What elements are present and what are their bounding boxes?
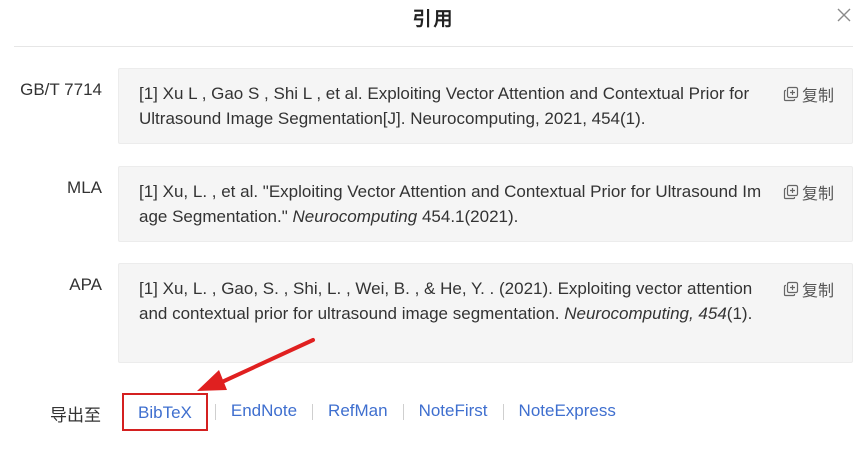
export-notefirst-link[interactable]: NoteFirst [404,393,503,431]
copy-icon [783,281,799,297]
close-icon[interactable] [833,4,855,26]
citation-text: [1] Xu L , Gao S , Shi L , et al. Exploi… [139,82,764,131]
citation-text: [1] Xu, L. , Gao, S. , Shi, L. , Wei, B.… [139,277,764,326]
citation-format-label: MLA [67,178,102,197]
copy-label: 复制 [801,88,834,105]
citation-italic-segment: Neurocomputing, 454 [564,303,727,323]
citation-box: [1] Xu, L. , et al. "Exploiting Vector A… [118,166,853,242]
citation-segment: (1). [726,303,753,323]
citation-format-label: GB/T 7714 [20,80,102,99]
copy-label: 复制 [801,186,834,203]
copy-button[interactable]: 复制 [783,277,834,301]
copy-icon [783,86,799,102]
title-divider [14,46,853,47]
copy-icon [783,184,799,200]
copy-button[interactable]: 复制 [783,180,834,204]
close-icon-glyph [837,8,851,22]
citation-segment: 454.1(2021). [417,206,519,226]
export-label: 导出至 [50,406,101,425]
export-options: BibTeX EndNote RefMan NoteFirst NoteExpr… [122,393,631,431]
copy-button[interactable]: 复制 [783,82,834,106]
citation-box: [1] Xu L , Gao S , Shi L , et al. Exploi… [118,68,853,144]
citation-format-label: APA [69,275,102,294]
citation-text: [1] Xu, L. , et al. "Exploiting Vector A… [139,180,764,229]
copy-label: 复制 [801,283,834,300]
citation-italic-segment: Neurocomputing [292,206,418,226]
export-refman-link[interactable]: RefMan [313,393,403,431]
citation-segment: [1] Xu L , Gao S , Shi L , et al. Exploi… [139,84,750,128]
export-noteexpress-link[interactable]: NoteExpress [504,393,631,431]
dialog-title: 引用 [412,9,455,30]
citation-dialog: 引用 GB/T 7714 [1] Xu L , Gao S , Shi L , … [0,0,867,451]
citation-box: [1] Xu, L. , Gao, S. , Shi, L. , Wei, B.… [118,263,853,363]
export-endnote-link[interactable]: EndNote [216,393,312,431]
export-bibtex-link[interactable]: BibTeX [122,393,208,431]
